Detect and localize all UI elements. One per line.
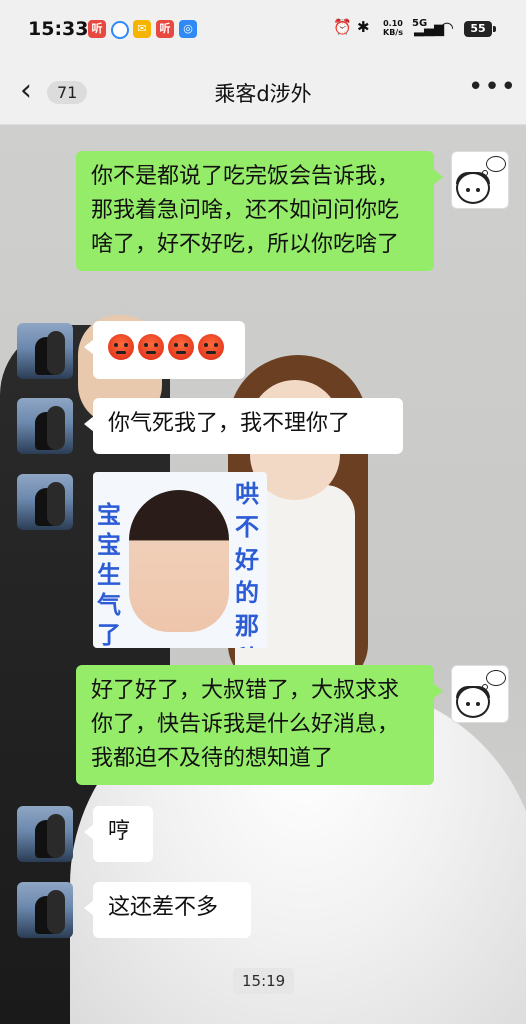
message-bubble-received[interactable] xyxy=(84,321,245,379)
net-speed: 0.10 KB/s xyxy=(383,19,403,37)
avatar-figure xyxy=(47,482,65,526)
alarm-icon: ⏰ xyxy=(333,18,352,36)
status-time: 15:33 xyxy=(28,18,89,40)
avatar-thought-bubble xyxy=(486,156,506,172)
avatar-figure xyxy=(47,406,65,450)
notif-app-4-icon: 听 xyxy=(156,20,174,38)
avatar-figure xyxy=(47,890,65,934)
notif-app-5-icon: ◎ xyxy=(179,20,197,38)
net-speed-unit: KB/s xyxy=(383,28,403,37)
sticker-message[interactable]: 宝宝生气了 哄不好的那种 xyxy=(93,472,267,648)
status-bar: 15:33 听 ✉ 听 ◎ ⏰ ✱ 0.10 KB/s 5G ▂▄▆ ◠ 55 xyxy=(0,0,526,62)
angry-face-icon xyxy=(138,334,164,360)
contact-avatar[interactable] xyxy=(17,882,73,938)
chat-title: 乘客d涉外 xyxy=(214,82,312,106)
bluetooth-icon: ✱ xyxy=(357,18,370,36)
contact-avatar[interactable] xyxy=(17,474,73,530)
sticker-child-face xyxy=(129,490,229,632)
more-dots-icon[interactable]: ••• xyxy=(468,72,517,102)
notif-app-1-icon: 听 xyxy=(88,20,106,38)
my-avatar[interactable] xyxy=(451,665,509,723)
message-bubble-sent[interactable]: 好了好了，大叔错了，大叔求求你了，快告诉我是什么好消息，我都迫不及待的想知道了 xyxy=(76,665,443,785)
my-avatar[interactable] xyxy=(451,151,509,209)
contact-avatar[interactable] xyxy=(17,323,73,379)
message-timestamp: 15:19 xyxy=(233,968,295,994)
angry-face-icon xyxy=(168,334,194,360)
battery-icon: 55 xyxy=(464,21,496,37)
notif-app-2-icon xyxy=(111,21,129,39)
avatar-thought-dot xyxy=(482,684,488,690)
avatar-eye xyxy=(476,188,480,192)
angry-face-icon xyxy=(108,334,134,360)
notif-app-3-icon: ✉ xyxy=(133,20,151,38)
chat-area[interactable]: 你不是都说了吃完饭会告诉我，那我着急问啥，还不如问问你吃啥了，好不好吃，所以你吃… xyxy=(0,125,526,1024)
avatar-figure xyxy=(47,331,65,375)
message-bubble-received[interactable]: 这还差不多 xyxy=(84,882,251,938)
avatar-head xyxy=(456,686,490,718)
sticker-caption-right: 哄不好的那种 xyxy=(235,480,259,648)
sticker-caption-left: 宝宝生气了 xyxy=(97,501,121,648)
contact-avatar[interactable] xyxy=(17,398,73,454)
wifi-icon: ◠ xyxy=(440,18,454,37)
avatar-thought-bubble xyxy=(486,670,506,686)
message-bubble-sent[interactable]: 你不是都说了吃完饭会告诉我，那我着急问啥，还不如问问你吃啥了，好不好吃，所以你吃… xyxy=(76,151,443,271)
avatar-thought-dot xyxy=(482,170,488,176)
net-speed-value: 0.10 xyxy=(383,19,403,28)
avatar-eye xyxy=(476,702,480,706)
avatar-head xyxy=(456,172,490,204)
avatar-eye xyxy=(466,702,470,706)
angry-face-icon xyxy=(198,334,224,360)
chat-header: ‹ 71 乘客d涉外 ••• xyxy=(0,62,526,125)
message-bubble-received[interactable]: 你气死我了，我不理你了 xyxy=(84,398,403,454)
contact-avatar[interactable] xyxy=(17,806,73,862)
avatar-eye xyxy=(466,188,470,192)
message-bubble-received[interactable]: 哼 xyxy=(84,806,153,862)
avatar-figure xyxy=(47,814,65,858)
